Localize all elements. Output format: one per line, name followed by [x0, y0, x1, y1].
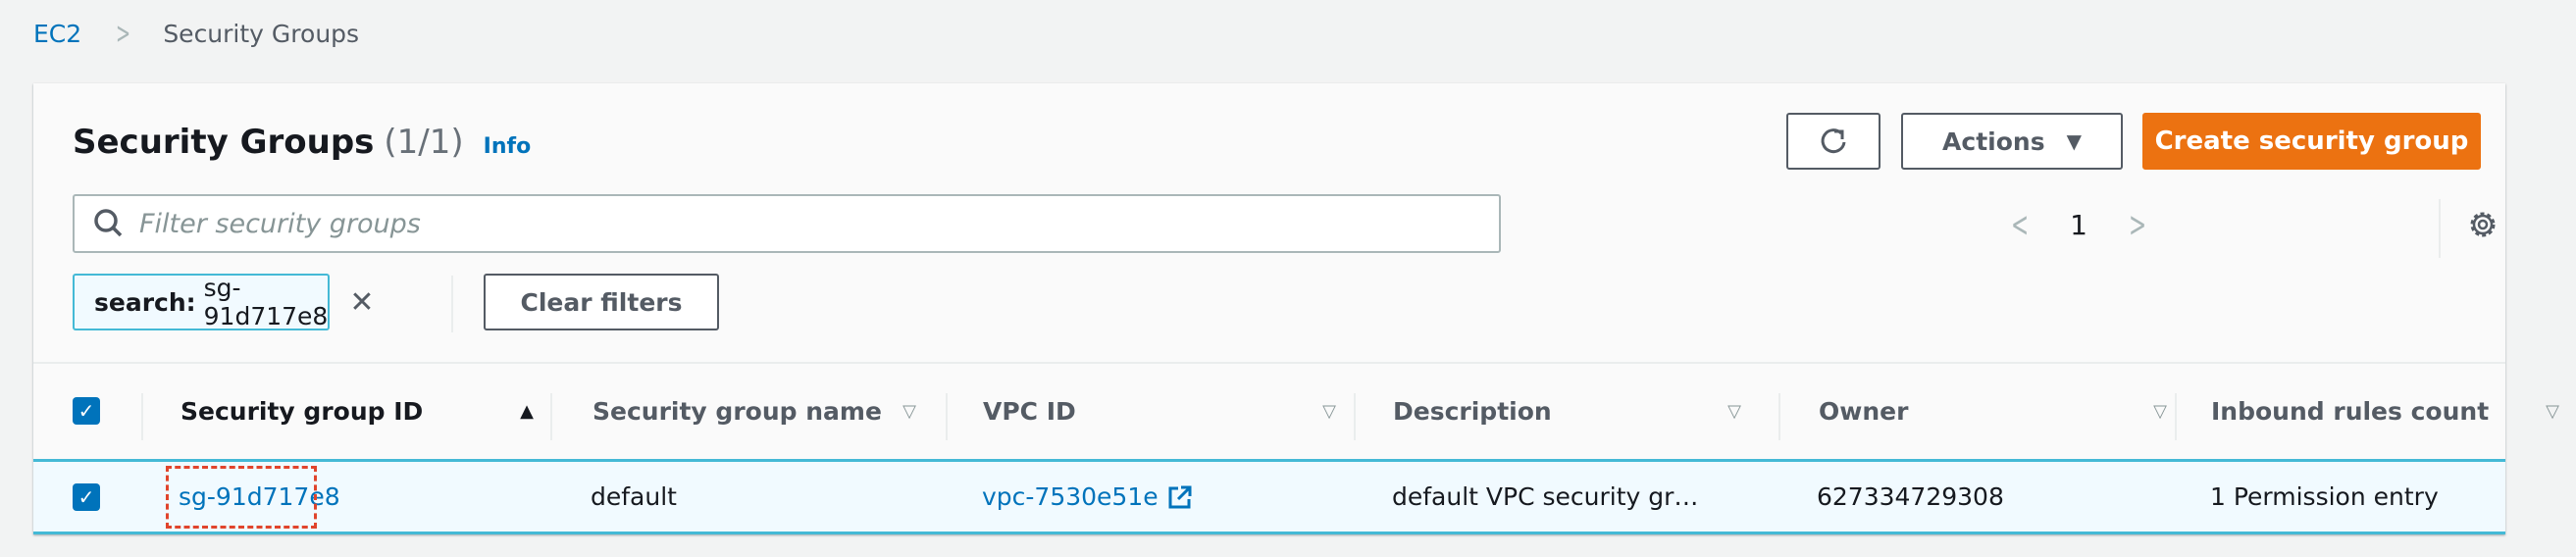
title-count: (1/1)	[384, 123, 464, 162]
current-page[interactable]: 1	[2070, 209, 2087, 241]
divider	[2439, 199, 2441, 258]
column-header-owner[interactable]: Owner ▽	[1819, 364, 2167, 458]
sort-icon[interactable]: ▽	[902, 401, 916, 422]
refresh-button[interactable]	[1786, 113, 1880, 170]
checkmark-icon: ✓	[77, 399, 95, 423]
annotation-highlight-box	[166, 466, 317, 529]
sort-icon[interactable]: ▽	[2546, 401, 2559, 422]
column-divider	[2175, 393, 2177, 440]
cell-owner: 627334729308	[1817, 482, 2004, 511]
actions-label: Actions	[1942, 127, 2045, 156]
create-security-group-button[interactable]: Create security group	[2142, 113, 2481, 170]
refresh-icon	[1821, 128, 1846, 154]
cell-vpc-id: vpc-7530e51e	[982, 459, 1194, 534]
pagination: < 1 >	[2005, 196, 2152, 253]
select-all-checkbox[interactable]: ✓	[73, 397, 100, 425]
token-key: search:	[94, 287, 196, 317]
breadcrumb: EC2 > Security Groups	[33, 14, 359, 53]
clear-filters-button[interactable]: Clear filters	[484, 274, 719, 330]
external-link-icon[interactable]	[1166, 483, 1194, 511]
column-label: VPC ID	[983, 396, 1076, 426]
select-all-cell: ✓	[73, 364, 100, 458]
sort-icon[interactable]: ▽	[1727, 401, 1741, 422]
cell-description: default VPC security gr…	[1392, 482, 1699, 511]
info-link[interactable]: Info	[484, 134, 532, 159]
breadcrumb-ec2-link[interactable]: EC2	[33, 20, 81, 48]
title-text: Security Groups	[73, 123, 375, 162]
cell-security-group-name: default	[591, 482, 677, 511]
table-row[interactable]	[33, 459, 2505, 534]
filter-input-wrapper[interactable]: Filter security groups	[73, 194, 1501, 253]
next-page-icon[interactable]: >	[2129, 205, 2146, 245]
filter-token: search: sg-91d717e8 ✕	[73, 274, 374, 330]
column-label: Inbound rules count	[2211, 396, 2490, 426]
sort-ascending-icon[interactable]: ▲	[520, 401, 534, 422]
breadcrumb-current: Security Groups	[163, 19, 360, 48]
search-icon	[94, 209, 123, 237]
actions-dropdown[interactable]: Actions ▼	[1901, 113, 2123, 170]
vpc-id-link[interactable]: vpc-7530e51e	[982, 482, 1159, 511]
filter-input[interactable]: Filter security groups	[139, 209, 421, 239]
column-header-inbound-rules-count[interactable]: Inbound rules count ▽	[2211, 364, 2559, 458]
token-value: sg-91d717e8	[203, 274, 329, 330]
column-header-description[interactable]: Description ▽	[1393, 364, 1741, 458]
row-checkbox[interactable]: ✓	[73, 482, 100, 511]
cell-inbound-rules-count: 1 Permission entry	[2210, 482, 2439, 511]
column-divider	[946, 393, 948, 440]
row-select-cell: ✓	[73, 459, 100, 534]
column-label: Security group ID	[180, 396, 424, 426]
column-label: Description	[1393, 396, 1552, 426]
sort-icon[interactable]: ▽	[2153, 401, 2167, 422]
sort-icon[interactable]: ▽	[1322, 401, 1336, 422]
column-divider	[1778, 393, 1780, 440]
column-label: Security group name	[592, 396, 882, 426]
column-header-security-group-id[interactable]: Security group ID ▲	[180, 364, 534, 458]
page-title: Security Groups (1/1) Info	[73, 123, 531, 162]
column-divider	[141, 393, 143, 440]
divider	[451, 276, 453, 332]
column-divider	[1354, 393, 1356, 440]
column-label: Owner	[1819, 396, 1909, 426]
column-header-vpc-id[interactable]: VPC ID ▽	[983, 364, 1336, 458]
column-divider	[550, 393, 552, 440]
chevron-right-icon: >	[116, 16, 131, 51]
caret-down-icon: ▼	[2066, 129, 2082, 153]
close-icon[interactable]: ✕	[349, 285, 374, 320]
security-groups-panel: Security Groups (1/1) Info Actions ▼ Cre…	[33, 83, 2559, 534]
checkmark-icon: ✓	[77, 484, 95, 509]
column-header-security-group-name[interactable]: Security group name ▽	[592, 364, 916, 458]
gear-icon[interactable]	[2466, 208, 2499, 241]
previous-page-icon[interactable]: <	[2011, 205, 2029, 245]
